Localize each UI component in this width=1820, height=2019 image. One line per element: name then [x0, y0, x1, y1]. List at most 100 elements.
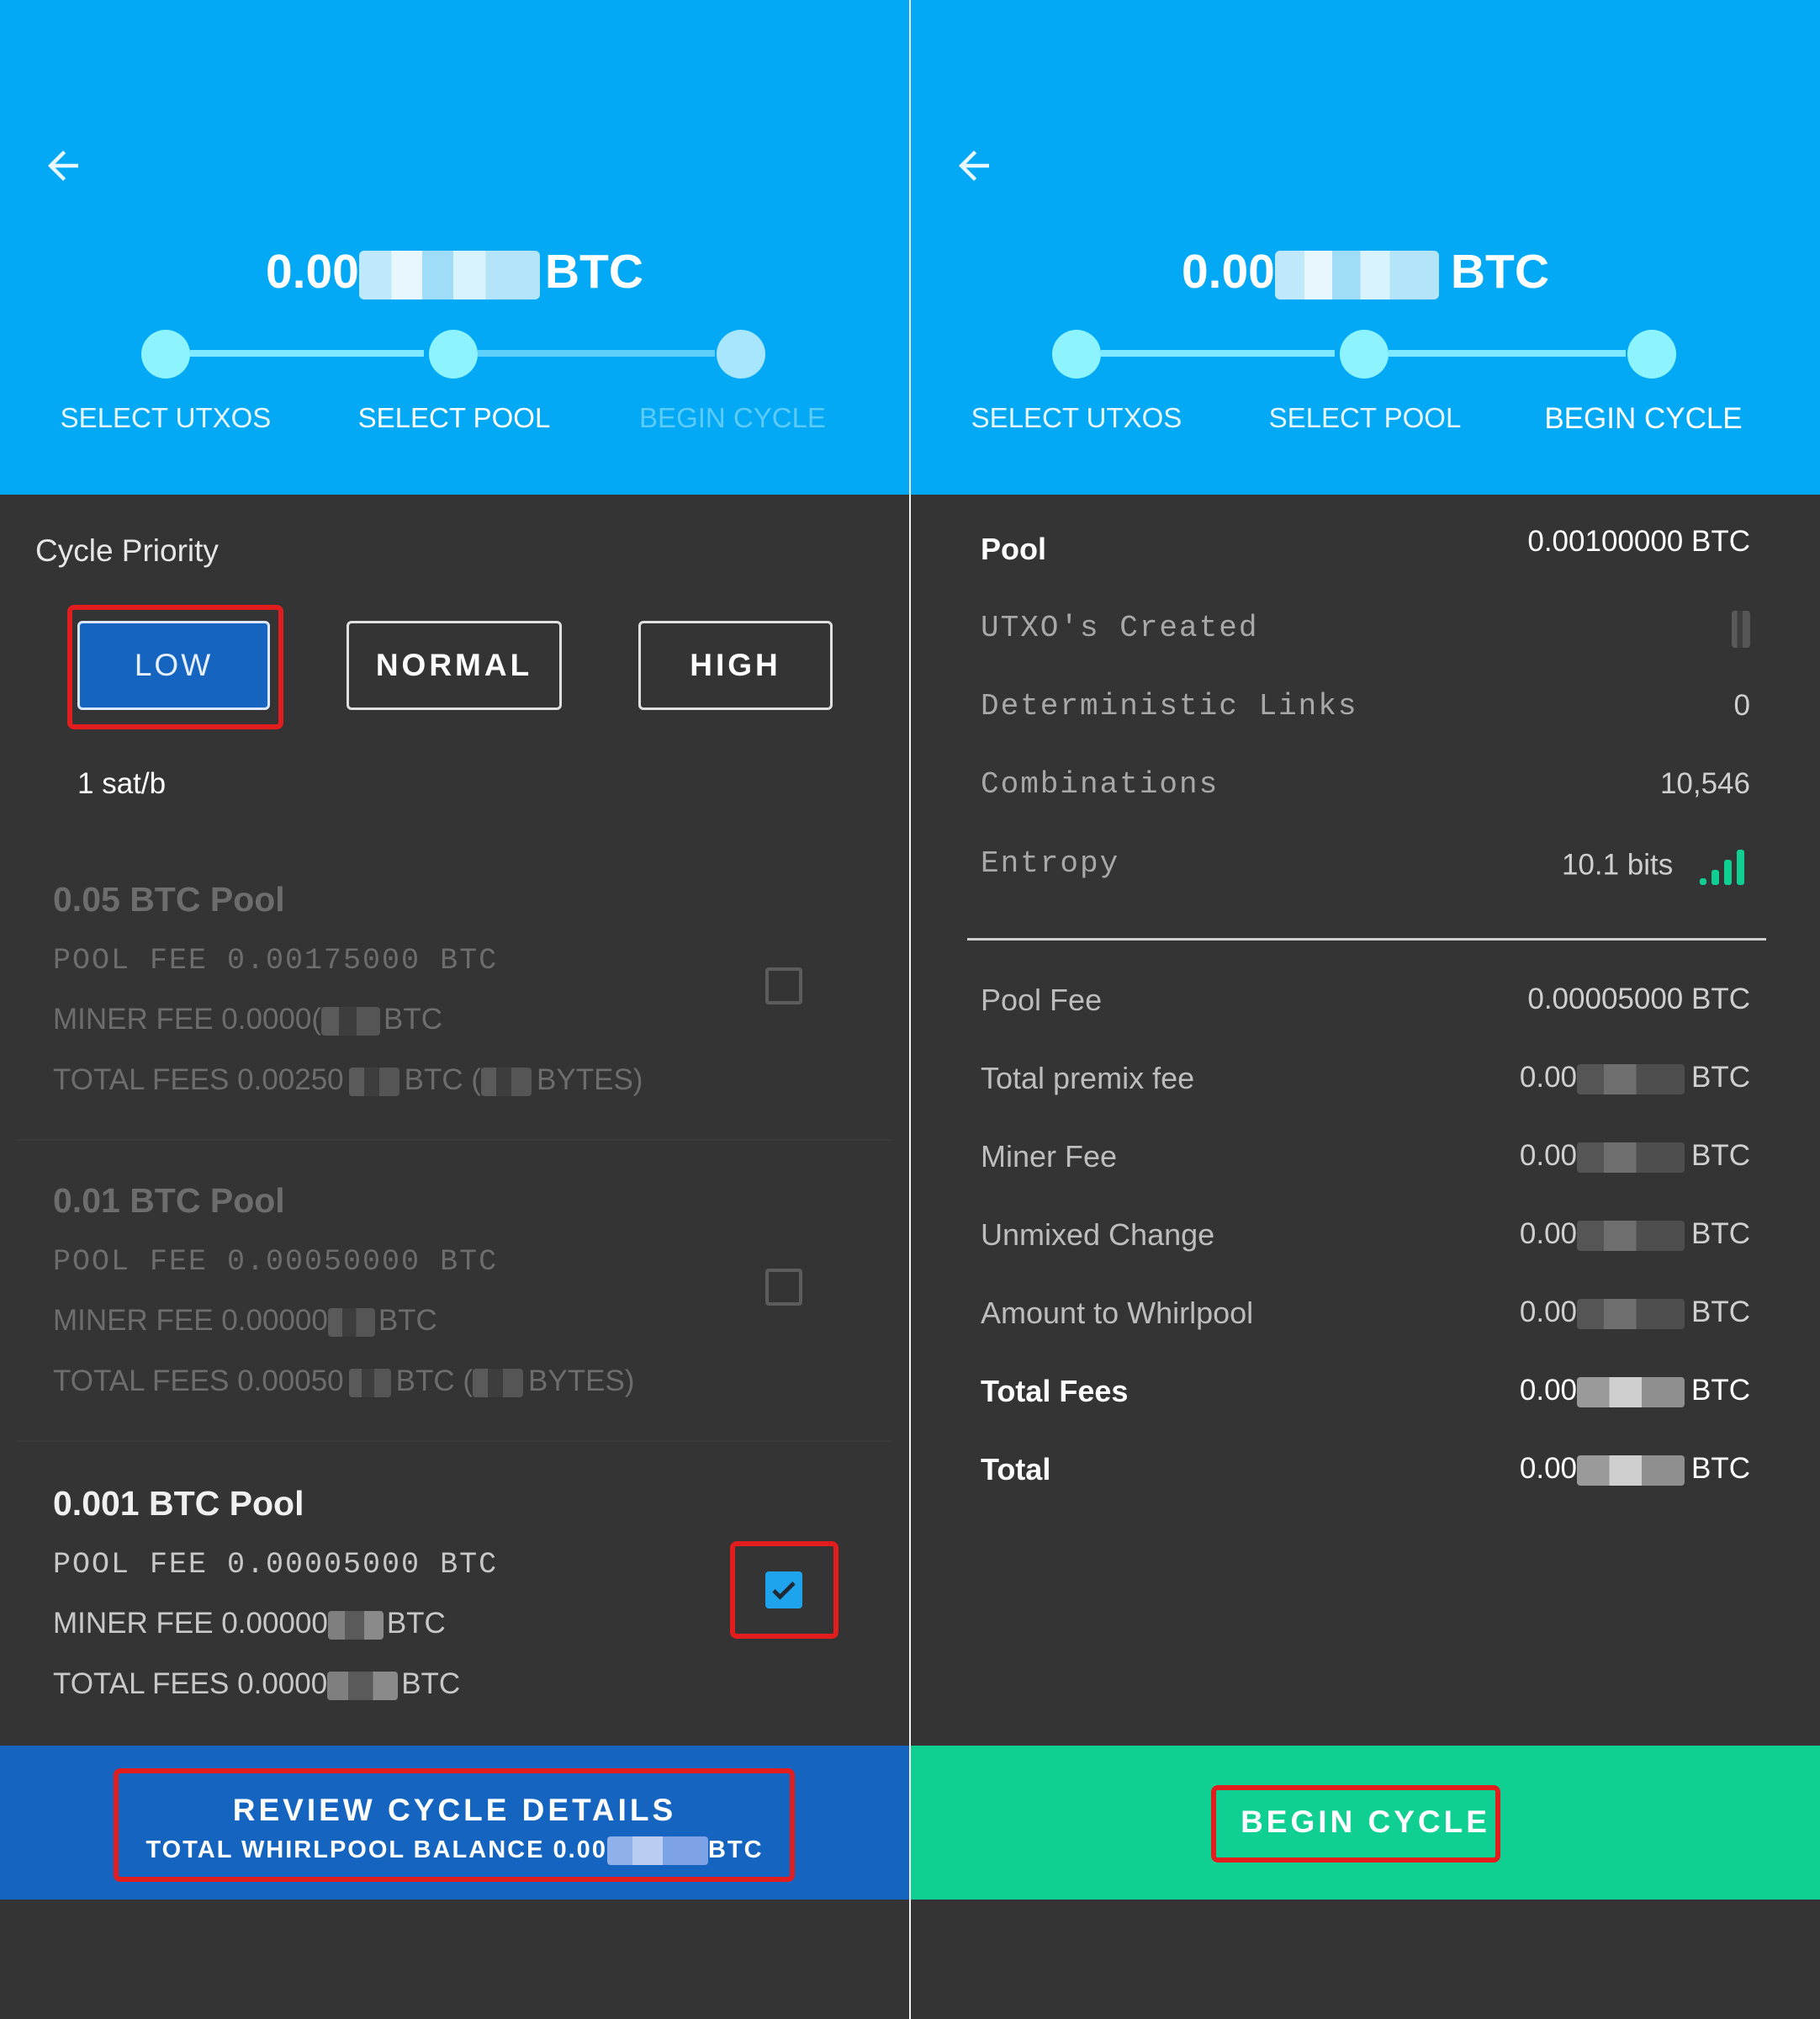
redacted-value: [481, 1067, 532, 1096]
miner-fee-label: Miner Fee: [981, 1139, 1118, 1174]
step-dot-2: [1340, 330, 1389, 379]
begin-cycle-label: BEGIN CYCLE: [1241, 1804, 1490, 1839]
total-premix-fee-value: 0.00 BTC: [1519, 1061, 1750, 1094]
review-cycle-details-button[interactable]: REVIEW CYCLE DETAILS TOTAL WHIRLPOOL BAL…: [0, 1746, 909, 1900]
total-value: 0.00 BTC: [1519, 1452, 1750, 1486]
balance-amount: 0.00 BTC: [1181, 245, 1550, 299]
header: 0.00 BTC SELECT UTXOS SELECT POOL BEGIN C…: [0, 0, 909, 495]
signal-strength-icon: [1700, 850, 1744, 885]
fee-rate: 1 sat/b: [77, 767, 167, 800]
check-icon: [772, 1582, 796, 1600]
pool-fee: POOL FEE 0.00050000 BTC: [53, 1245, 499, 1279]
whirlpool-balance: TOTAL WHIRLPOOL BALANCE 0.00 BTC: [0, 1836, 909, 1866]
step-label-select-pool: SELECT POOL: [1268, 402, 1462, 433]
priority-low-button[interactable]: LOW: [77, 621, 270, 710]
miner-fee: MINER FEE 0.0000(BTC: [53, 1003, 442, 1036]
entropy-label: Entropy: [981, 846, 1120, 881]
redacted-value: [348, 1067, 399, 1096]
redacted-value: [606, 1836, 708, 1866]
review-button-label: REVIEW CYCLE DETAILS: [232, 1793, 677, 1827]
total-fees-label: Total Fees: [981, 1374, 1129, 1408]
total-row: Total 0.00 BTC: [981, 1445, 1750, 1496]
redacted-amount: [358, 250, 540, 299]
cycle-priority-label: Cycle Priority: [35, 533, 219, 568]
pool-value: 0.00100000 BTC: [1527, 525, 1750, 558]
begin-cycle-button[interactable]: BEGIN CYCLE: [911, 1746, 1820, 1900]
combinations-row: Combinations 10,546: [981, 760, 1750, 811]
pool-checkbox-checked[interactable]: [765, 1571, 802, 1608]
redacted-value: [1577, 1142, 1685, 1173]
miner-fee-row: Miner Fee 0.00 BTC: [981, 1132, 1750, 1183]
pool-label: Pool: [981, 532, 1046, 566]
utxos-created-row: UTXO's Created: [981, 604, 1750, 654]
priority-normal-button[interactable]: NORMAL: [347, 621, 562, 710]
pool-fee-row: Pool Fee 0.00005000 BTC: [981, 976, 1750, 1026]
pool-title: 0.05 BTC Pool: [53, 880, 285, 919]
total-fees-value: 0.00 BTC: [1519, 1374, 1750, 1407]
combinations-label: Combinations: [981, 767, 1220, 802]
unmixed-change-row: Unmixed Change 0.00 BTC: [981, 1211, 1750, 1261]
amount-to-whirlpool-label: Amount to Whirlpool: [981, 1296, 1254, 1330]
step-label-begin-cycle: BEGIN CYCLE: [1544, 402, 1743, 435]
total-fees: TOTAL FEES 0.0000 BTC: [53, 1667, 461, 1700]
total-premix-fee-label: Total premix fee: [981, 1061, 1195, 1095]
step-line: [190, 350, 424, 357]
pool-checkbox[interactable]: [765, 967, 802, 1004]
total-premix-fee-row: Total premix fee 0.00 BTC: [981, 1054, 1750, 1105]
progress-stepper: [0, 323, 909, 382]
back-arrow-icon[interactable]: [40, 143, 86, 188]
pool-title: 0.001 BTC Pool: [53, 1484, 304, 1523]
redacted-value: [348, 1368, 391, 1397]
redacted-value: [473, 1368, 524, 1397]
step-line: [1101, 350, 1335, 357]
amount-to-whirlpool-row: Amount to Whirlpool 0.00 BTC: [981, 1289, 1750, 1339]
step-dot-1: [1052, 330, 1101, 379]
total-label: Total: [981, 1452, 1051, 1486]
step-dot-3: [1627, 330, 1676, 379]
divider: [17, 1139, 891, 1141]
redacted-value: [1577, 1455, 1685, 1486]
pool-title: 0.01 BTC Pool: [53, 1181, 285, 1220]
deterministic-links-label: Deterministic Links: [981, 689, 1358, 723]
redacted-value: [1732, 611, 1750, 648]
step-label-begin-cycle: BEGIN CYCLE: [639, 402, 826, 433]
entropy-row: Entropy 10.1 bits: [981, 840, 1750, 890]
pool-fee: POOL FEE 0.00005000 BTC: [53, 1548, 499, 1582]
pool-fee-value: 0.00005000 BTC: [1527, 983, 1750, 1015]
redacted-value: [1577, 1376, 1685, 1407]
redacted-value: [327, 1610, 384, 1640]
pool-checkbox[interactable]: [765, 1269, 802, 1306]
miner-fee: MINER FEE 0.00000 BTC: [53, 1304, 437, 1337]
step-dot-1: [141, 330, 190, 379]
entropy-value: 10.1 bits: [1562, 846, 1750, 887]
redacted-value: [321, 1006, 380, 1036]
pool-fee-label: Pool Fee: [981, 983, 1103, 1017]
utxos-created-label: UTXO's Created: [981, 611, 1259, 645]
combinations-value: 10,546: [1659, 767, 1750, 800]
redacted-value: [327, 1307, 375, 1337]
redacted-value: [327, 1671, 399, 1700]
step-dot-2: [429, 330, 478, 379]
total-fees-row: Total Fees 0.00 BTC: [981, 1367, 1750, 1418]
priority-high-button[interactable]: HIGH: [638, 621, 833, 710]
select-pool-screen: 0.00 BTC SELECT UTXOS SELECT POOL BEGIN C…: [0, 0, 909, 2019]
redacted-value: [1577, 1063, 1685, 1094]
deterministic-links-value: 0: [1733, 689, 1750, 722]
total-fees: TOTAL FEES 0.00050 BTC (BYTES): [53, 1365, 635, 1397]
pool-fee: POOL FEE 0.00175000 BTC: [53, 944, 499, 978]
redacted-amount: [1274, 250, 1439, 299]
back-arrow-icon[interactable]: [951, 143, 997, 188]
redacted-value: [1577, 1220, 1685, 1251]
utxos-created-value: [1732, 611, 1750, 648]
redacted-value: [1577, 1298, 1685, 1329]
step-dot-3: [717, 330, 765, 379]
miner-fee: MINER FEE 0.00000 BTC: [53, 1607, 446, 1640]
header: 0.00 BTC SELECT UTXOS SELECT POOL BEGIN C…: [911, 0, 1820, 495]
step-label-select-utxos: SELECT UTXOS: [60, 402, 272, 433]
total-fees: TOTAL FEES 0.00250 BTC (BYTES): [53, 1063, 643, 1096]
pool-row: Pool 0.00100000 BTC: [981, 525, 1750, 575]
divider: [967, 938, 1766, 941]
step-line: [1389, 350, 1626, 357]
unmixed-change-value: 0.00 BTC: [1519, 1217, 1750, 1251]
step-label-select-pool: SELECT POOL: [357, 402, 551, 433]
